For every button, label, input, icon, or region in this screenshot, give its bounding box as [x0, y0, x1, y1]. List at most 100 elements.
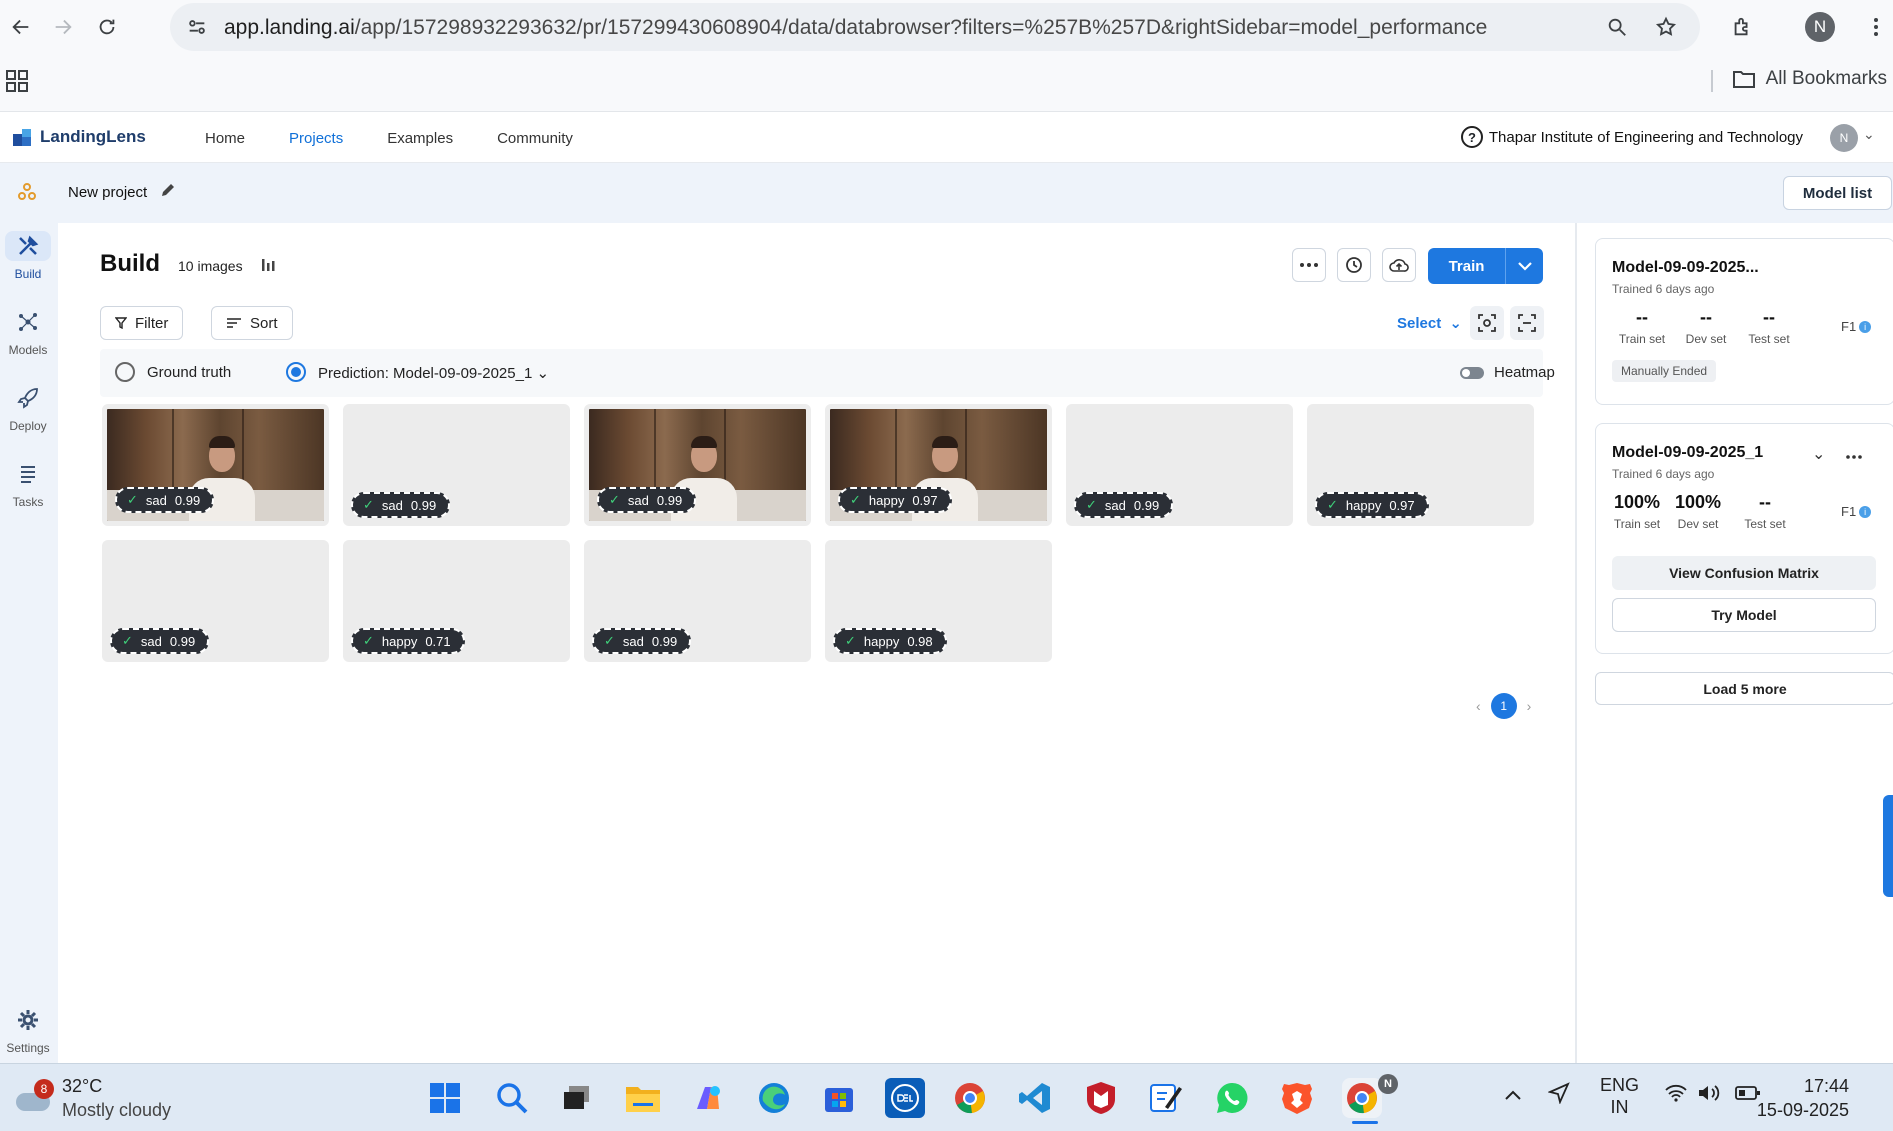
profile-button[interactable]: N	[1804, 11, 1836, 43]
train-button[interactable]: Train	[1428, 248, 1543, 284]
mcafee-icon[interactable]	[1081, 1078, 1121, 1118]
dell-icon[interactable]	[885, 1078, 925, 1118]
metric-train-value: --	[1636, 307, 1648, 327]
zoom-icon[interactable]	[1604, 14, 1630, 40]
task-view-icon[interactable]	[557, 1078, 597, 1118]
train-dropdown-chevron-icon[interactable]	[1506, 248, 1543, 284]
rail-deploy[interactable]: Deploy	[0, 383, 56, 433]
nav-community[interactable]: Community	[497, 130, 573, 147]
apps-grid-icon[interactable]	[6, 70, 28, 97]
vscode-icon[interactable]	[1015, 1078, 1055, 1118]
rail-models[interactable]: Models	[0, 307, 56, 357]
system-clock[interactable]: 17:44 15-09-2025	[1757, 1074, 1849, 1122]
help-icon[interactable]: ?	[1461, 126, 1483, 148]
image-card[interactable]: ✓ sad 0.99	[102, 404, 329, 526]
next-page-icon[interactable]: ›	[1527, 698, 1532, 714]
search-icon[interactable]	[492, 1078, 532, 1118]
collapse-view-button[interactable]	[1510, 306, 1544, 340]
page-current[interactable]: 1	[1490, 693, 1517, 719]
image-card[interactable]: ✓ happy 0.97	[825, 404, 1052, 526]
user-avatar[interactable]: N	[1830, 124, 1858, 152]
model-trained: Trained 6 days ago	[1612, 467, 1715, 481]
file-explorer-icon[interactable]	[623, 1078, 663, 1118]
nav-home[interactable]: Home	[205, 130, 245, 147]
all-bookmarks-button[interactable]: All Bookmarks	[1732, 68, 1887, 90]
url-text[interactable]: app.landing.ai/app/157298932293632/pr/15…	[224, 16, 1487, 40]
pagination: ‹ 1 ›	[1476, 693, 1531, 719]
start-windows-icon[interactable]	[425, 1078, 465, 1118]
heatmap-toggle[interactable]	[1460, 367, 1484, 379]
menu-kebab-icon[interactable]	[1860, 11, 1892, 43]
extensions-icon[interactable]	[1726, 11, 1758, 43]
site-settings-icon[interactable]	[184, 14, 210, 40]
model-list-button[interactable]: Model list	[1783, 176, 1892, 210]
whatsapp-icon[interactable]	[1212, 1078, 1252, 1118]
more-options-button[interactable]	[1292, 248, 1326, 282]
chrome-icon[interactable]	[950, 1078, 990, 1118]
wifi-icon[interactable]	[1664, 1084, 1688, 1107]
copilot-icon[interactable]	[688, 1078, 728, 1118]
back-icon[interactable]	[4, 10, 38, 44]
upload-button[interactable]	[1382, 248, 1416, 282]
organization-name[interactable]: Thapar Institute of Engineering and Tech…	[1489, 129, 1803, 146]
select-dropdown[interactable]: Select ⌄	[1397, 314, 1462, 332]
heatmap-label: Heatmap	[1494, 364, 1555, 381]
image-count: 10 images	[178, 258, 243, 274]
image-card[interactable]: ✓ happy 0.97	[1307, 404, 1534, 526]
f1-metric[interactable]: F1 i	[1841, 319, 1872, 334]
nav-examples[interactable]: Examples	[387, 130, 453, 147]
prediction-radio[interactable]	[286, 362, 306, 382]
try-model-button[interactable]: Try Model	[1612, 598, 1876, 632]
filter-button[interactable]: Filter	[100, 306, 184, 340]
chrome-active-icon[interactable]: N	[1342, 1074, 1398, 1124]
language-indicator[interactable]: ENG IN	[1600, 1074, 1639, 1118]
prediction-label: happy	[1345, 497, 1382, 513]
brave-icon[interactable]	[1277, 1078, 1317, 1118]
bookmark-star-icon[interactable]	[1653, 14, 1679, 40]
prediction-selector[interactable]: Prediction: Model-09-09-2025_1 ⌄	[318, 364, 549, 382]
image-card[interactable]: ✓ happy 0.98	[825, 540, 1052, 662]
side-feedback-tab[interactable]	[1883, 795, 1893, 897]
sort-button[interactable]: Sort	[211, 306, 293, 340]
rail-build[interactable]: Build	[0, 231, 56, 281]
model-card-1[interactable]: Model-09-09-2025... Trained 6 days ago -…	[1595, 238, 1893, 405]
rail-settings[interactable]: Settings	[0, 1005, 56, 1055]
address-bar[interactable]: app.landing.ai/app/157298932293632/pr/15…	[170, 3, 1700, 51]
ground-truth-radio[interactable]	[115, 362, 135, 382]
edge-browser-icon[interactable]	[754, 1078, 794, 1118]
image-card[interactable]: ✓ sad 0.99	[343, 404, 570, 526]
model-card-2[interactable]: Model-09-09-2025_1 ⌄ Trained 6 days ago …	[1595, 423, 1893, 654]
history-button[interactable]	[1337, 248, 1371, 282]
weather-desc: Mostly cloudy	[62, 1100, 172, 1120]
stats-bar-chart-icon[interactable]	[260, 256, 276, 277]
f1-metric[interactable]: F1 i	[1841, 504, 1872, 519]
landinglens-logo-icon	[13, 129, 31, 146]
notes-pen-icon[interactable]	[1146, 1078, 1186, 1118]
image-card[interactable]: ✓ sad 0.99	[102, 540, 329, 662]
nav-projects[interactable]: Projects	[289, 130, 343, 147]
landinglens-logo[interactable]: LandingLens	[12, 126, 146, 148]
view-confusion-matrix-button[interactable]: View Confusion Matrix	[1612, 556, 1876, 590]
user-menu-chevron-icon[interactable]: ⌄	[1863, 126, 1875, 143]
expand-chevron-icon[interactable]: ⌄	[1812, 444, 1825, 464]
prediction-chevron-icon: ⌄	[536, 365, 550, 382]
prev-page-icon[interactable]: ‹	[1476, 698, 1481, 714]
history-icon	[1346, 257, 1362, 273]
model-trained: Trained 6 days ago	[1612, 282, 1715, 296]
volume-icon[interactable]	[1697, 1083, 1721, 1108]
show-hidden-icons-icon[interactable]	[1504, 1084, 1522, 1106]
image-card[interactable]: ✓ sad 0.99	[584, 540, 811, 662]
image-card[interactable]: ✓ sad 0.99	[584, 404, 811, 526]
load-more-button[interactable]: Load 5 more	[1595, 672, 1893, 705]
image-card[interactable]: ✓ happy 0.71	[343, 540, 570, 662]
forward-icon[interactable]	[46, 10, 80, 44]
rail-tasks[interactable]: Tasks	[0, 459, 56, 509]
fit-view-button[interactable]	[1470, 306, 1504, 340]
location-arrow-icon[interactable]	[1547, 1082, 1570, 1109]
weather-widget[interactable]: 8 32°C Mostly cloudy	[14, 1074, 171, 1122]
image-card[interactable]: ✓ sad 0.99	[1066, 404, 1293, 526]
reload-icon[interactable]	[90, 10, 124, 44]
microsoft-store-icon[interactable]	[819, 1078, 859, 1118]
edit-project-name-icon[interactable]	[160, 182, 176, 203]
model-more-icon[interactable]	[1846, 446, 1862, 464]
